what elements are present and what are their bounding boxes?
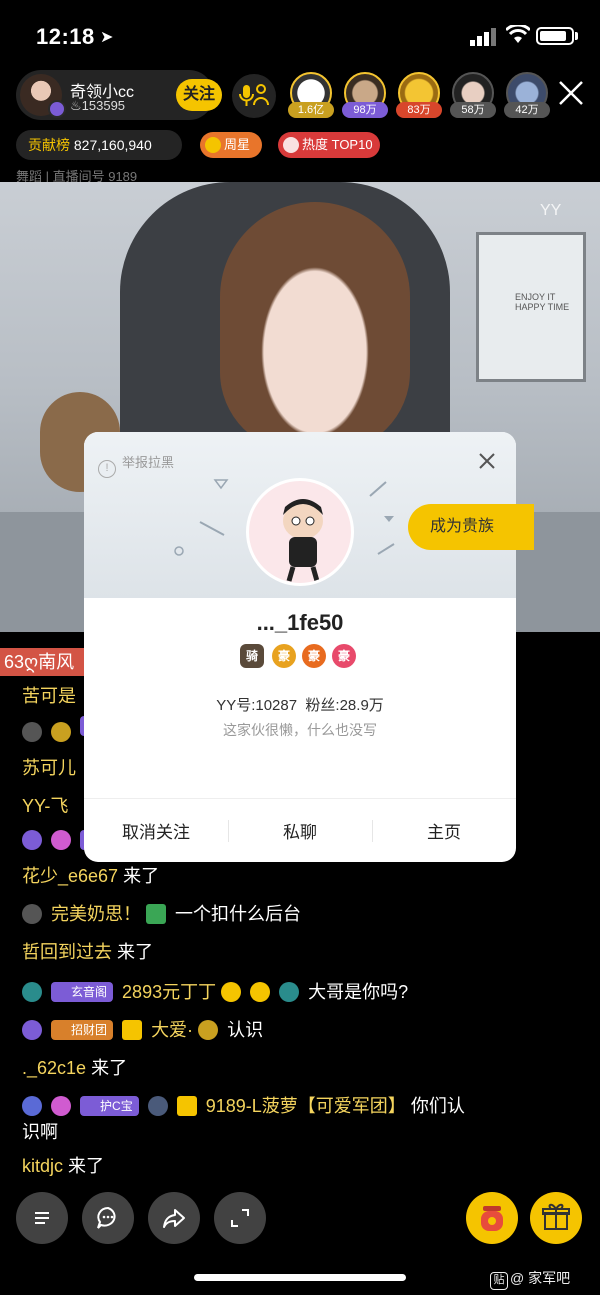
fullscreen-icon [231, 1209, 249, 1227]
chat-message: ._62c1e 来了 [22, 1058, 128, 1078]
menu-button[interactable] [16, 1192, 68, 1244]
location-arrow-icon: ➤ [100, 29, 114, 46]
smile-emoji-icon [221, 982, 242, 1002]
hot-rank-badge[interactable]: 热度 TOP10 [278, 132, 380, 158]
yy-watermark: YY [540, 202, 562, 219]
level-icon [22, 982, 42, 1002]
host-level-icon [48, 100, 66, 118]
shield-icon [147, 1096, 168, 1116]
host-panel[interactable]: 奇领小cc ♨153595 关注 [16, 70, 222, 120]
gold-badge-icon [198, 1020, 219, 1040]
chat-message: kitdjc 来了 [22, 1156, 105, 1176]
chat-message: 玄音阁 2893元丁丁 大哥是你吗? [22, 980, 408, 1004]
chat-button[interactable] [82, 1192, 134, 1244]
smile-emoji-icon [250, 982, 271, 1002]
viewer-avatar-1[interactable]: 1.6亿 [288, 70, 334, 120]
gift-icon [542, 1203, 570, 1230]
member-icon [22, 1096, 42, 1116]
private-chat-button[interactable]: 私聊 [228, 818, 372, 843]
profile-avatar[interactable] [246, 478, 354, 586]
alert-icon: ! [98, 460, 116, 478]
signal-icon [470, 28, 496, 46]
poster-text: ENJOY IT HAPPY TIME [515, 292, 570, 312]
rich-badge-icon: 豪 [332, 644, 356, 668]
follow-button[interactable]: 关注 [176, 79, 222, 111]
report-block-link[interactable]: ! 举报拉黑 [98, 452, 174, 478]
public-icon [22, 830, 42, 850]
knight-badge-icon: 骑 [240, 644, 264, 668]
mic-link-button[interactable] [232, 74, 276, 118]
homepage-button[interactable]: 主页 [372, 818, 516, 843]
close-room-icon[interactable] [556, 78, 586, 108]
rich-badge-icon: 豪 [272, 644, 296, 668]
chat-message: 花少_e6e67 来了 [22, 866, 160, 886]
week-star-badge[interactable]: 周星 [200, 132, 262, 158]
level-badges: 骑 豪 豪 豪 [240, 644, 360, 670]
noble-icon [22, 904, 42, 924]
profile-ids: YY号:10287 粉丝:28.9万 [216, 697, 384, 714]
profile-username: ..._1fe50 [256, 610, 344, 635]
share-button[interactable] [148, 1192, 200, 1244]
fullscreen-button[interactable] [214, 1192, 266, 1244]
chat-entry-banner: 63ღ南风 [0, 648, 90, 676]
menu-icon [35, 1212, 49, 1224]
zhaocai-pill: 招财团 [51, 1020, 114, 1040]
chat-message: 苏可儿 [22, 758, 76, 778]
share-icon [163, 1209, 185, 1228]
viewer-avatar-5[interactable]: 42万 [504, 70, 550, 120]
viewer-avatar-3[interactable]: 83万 [396, 70, 442, 120]
host-fans: ♨153595 [70, 98, 126, 113]
contribution-board[interactable]: 贡献榜 827,160,940 [16, 130, 182, 160]
viewer-avatar-2[interactable]: 98万 [342, 70, 388, 120]
noble-icon [22, 722, 42, 742]
unfollow-button[interactable]: 取消关注 [84, 818, 228, 843]
chat-message: 完美奶思！ 一个扣什么后台 [22, 902, 301, 926]
check-icon [146, 904, 167, 924]
honey-jar-button[interactable] [466, 1192, 518, 1244]
user-profile-card: ! 举报拉黑 成为贵族 ..._1fe50 骑 豪 豪 豪 YY号:10287 粉… [84, 432, 534, 862]
chat-message: YY-飞 [22, 796, 69, 816]
profile-signature: 这家伙很懒，什么也没写 [223, 722, 377, 738]
guard-c-pill: 护C宝 [80, 1096, 139, 1116]
wifi-icon [506, 25, 530, 43]
chat-message: 招财团 大爱· 认识 [22, 1018, 263, 1042]
status-bar: 12:18 ➤ [0, 0, 600, 70]
heart-icon [51, 1096, 72, 1116]
home-indicator[interactable] [194, 1274, 406, 1281]
chat-message: 苦可是 [22, 686, 76, 706]
crown-icon [122, 1020, 143, 1040]
chat-message-cont: 识啊 [22, 1122, 58, 1142]
gold-medal-icon [51, 722, 72, 742]
close-card-icon[interactable] [476, 450, 498, 472]
source-credit: 贴 @ 家军吧 [490, 1268, 570, 1290]
chat-bubble-icon [97, 1206, 116, 1229]
rich-badge-icon: 豪 [302, 644, 326, 668]
contribution-label: 贡献榜 [28, 137, 70, 153]
chat-message: 哲回到过去 来了 [22, 942, 154, 962]
mic-icon [239, 84, 269, 106]
contribution-value: 827,160,940 [73, 137, 152, 153]
viewer-avatar-4[interactable]: 58万 [450, 70, 496, 120]
honey-jar-icon [481, 1206, 503, 1231]
chat-message: 护C宝 9189-L菠萝【可爱军团】 你们认 [22, 1094, 465, 1118]
battery-icon [536, 27, 574, 45]
streamer-face [220, 202, 410, 452]
tieba-logo-icon: 贴 [490, 1272, 508, 1290]
public-icon [22, 1020, 42, 1040]
crown-icon [176, 1096, 197, 1116]
xuanyin-pill: 玄音阁 [51, 982, 114, 1002]
become-noble-button[interactable]: 成为贵族 [408, 504, 534, 550]
gem-icon [279, 982, 300, 1002]
status-time: 12:18 [36, 24, 95, 49]
heart-icon [51, 830, 72, 850]
gift-button[interactable] [530, 1192, 582, 1244]
